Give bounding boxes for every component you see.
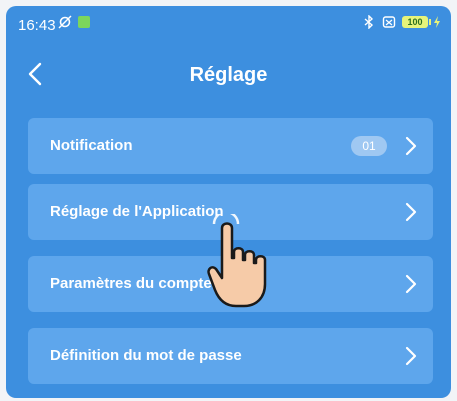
menu-item-password[interactable]: Définition du mot de passe — [28, 328, 433, 384]
battery-level: 100 — [402, 16, 428, 28]
pointing-hand-icon — [207, 214, 267, 308]
status-time: 16:43 — [18, 17, 56, 34]
charging-icon — [434, 16, 440, 28]
page-title: Réglage — [189, 64, 268, 86]
bluetooth-icon — [364, 15, 374, 29]
notification-count-badge: 01 — [351, 136, 387, 156]
sim-card-icon — [382, 16, 396, 28]
app-bar: Réglage — [6, 46, 451, 102]
menu-item-label: Notification — [50, 137, 133, 154]
menu-item-label: Définition du mot de passe — [50, 347, 242, 364]
chevron-right-icon — [405, 136, 417, 156]
chevron-right-icon — [405, 202, 417, 222]
menu-item-label: Réglage de l'Application — [50, 203, 224, 220]
battery-icon: 100 — [402, 16, 441, 28]
settings-sync-icon — [58, 15, 72, 29]
notification-app-icon — [78, 16, 90, 28]
menu-item-notification[interactable]: Notification 01 — [28, 118, 433, 174]
menu-item-label: Paramètres du compte — [50, 275, 212, 292]
chevron-right-icon — [405, 274, 417, 294]
status-bar: 16:43 100 — [6, 6, 451, 40]
phone-screen: 16:43 100 Réglage Notification 01 Réglag… — [6, 6, 451, 398]
chevron-right-icon — [405, 346, 417, 366]
